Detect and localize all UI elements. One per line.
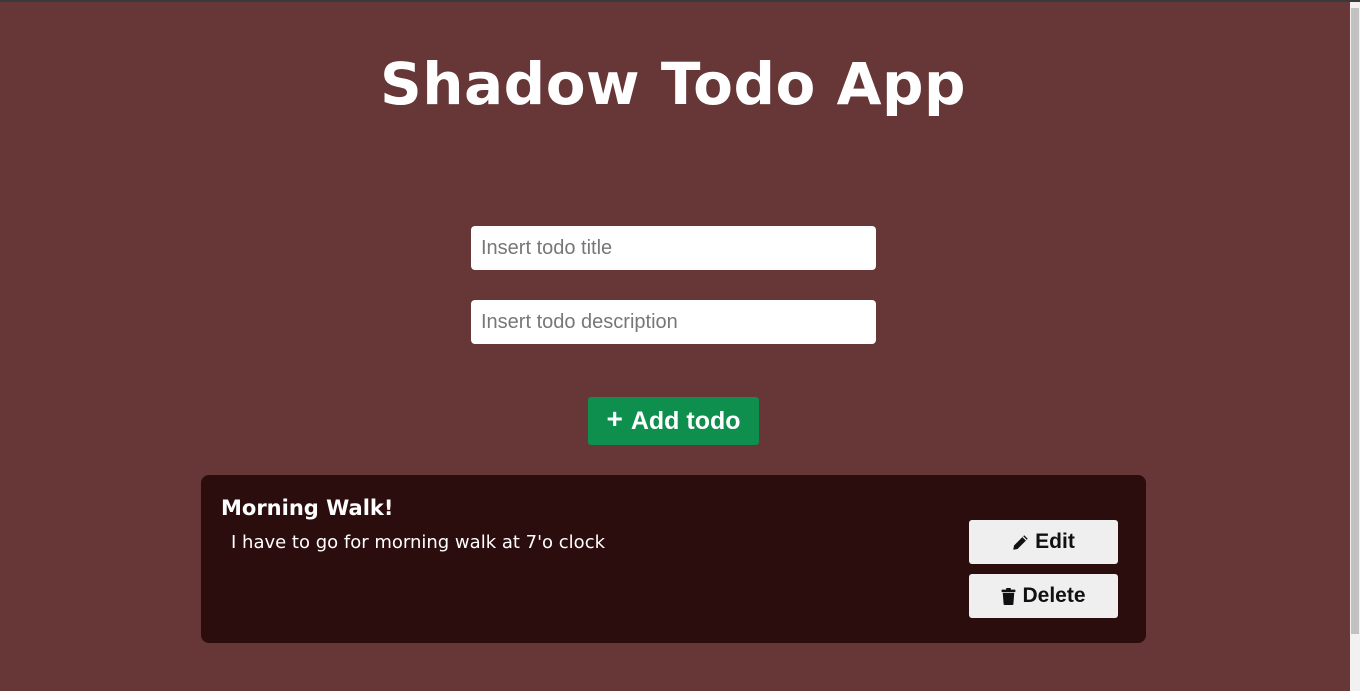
vertical-scrollbar[interactable] <box>1350 2 1360 691</box>
add-todo-button[interactable]: + Add todo <box>588 397 759 445</box>
todo-card: Morning Walk! I have to go for morning w… <box>201 475 1146 643</box>
edit-button[interactable]: Edit <box>969 520 1118 564</box>
window-top-border <box>0 0 1360 2</box>
delete-button[interactable]: Delete <box>969 574 1118 618</box>
add-todo-label: Add todo <box>630 406 741 435</box>
pencil-icon <box>1012 534 1029 551</box>
delete-label: Delete <box>1022 584 1086 607</box>
trash-icon <box>1001 587 1016 605</box>
todo-title: Morning Walk! <box>221 496 394 520</box>
todo-description: I have to go for morning walk at 7'o clo… <box>231 532 606 553</box>
scrollbar-thumb[interactable] <box>1351 8 1359 634</box>
page-title: Shadow Todo App <box>379 50 967 118</box>
todo-description-input[interactable] <box>471 300 876 344</box>
plus-icon: + <box>606 403 623 434</box>
todo-title-input[interactable] <box>471 226 876 270</box>
edit-label: Edit <box>1035 530 1075 553</box>
